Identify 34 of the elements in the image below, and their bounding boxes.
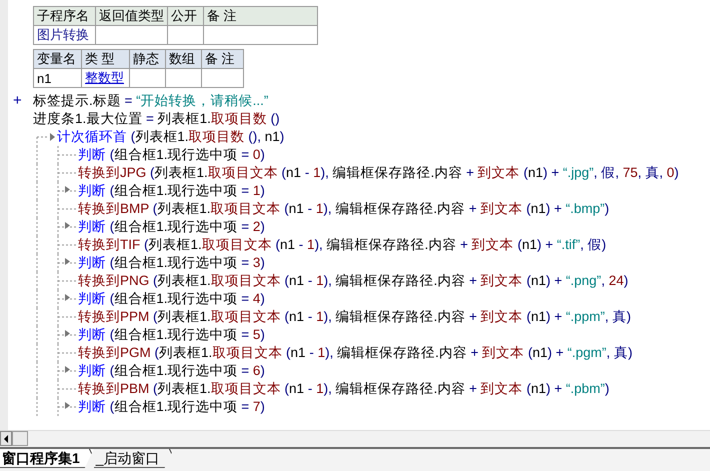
code-line: 判断 (组合框1.现行选中项 = 6) bbox=[78, 362, 265, 380]
column-header: 备 注 bbox=[204, 6, 318, 26]
code-line: 判断 (组合框1.现行选中项 = 7) bbox=[78, 398, 265, 416]
code-line: 转换到JPG (列表框1.取项目文本 (n1 - 1), 编辑框保存路径.内容 + 到文本 (n1) + “.jpg”, 假, 75, 真, 0) bbox=[78, 164, 679, 182]
code-line: 进度条1.最大位置 = 列表框1.取项目数 () bbox=[33, 110, 280, 128]
column-header: 子程序名 bbox=[34, 6, 96, 26]
code-line: 判断 (组合框1.现行选中项 = 0) bbox=[78, 146, 265, 164]
code-line: 计次循环首 (列表框1.取项目数 (), n1) bbox=[57, 128, 284, 146]
plus-marker[interactable]: + bbox=[13, 92, 22, 110]
table-cell: n1 bbox=[34, 68, 82, 88]
column-header: 静态 bbox=[130, 50, 166, 68]
scrollbar-thumb[interactable] bbox=[12, 431, 28, 446]
column-header: 返回值类型 bbox=[96, 6, 168, 26]
column-header: 公开 bbox=[168, 6, 204, 26]
column-header: 数组 bbox=[166, 50, 202, 68]
column-header: 类 型 bbox=[82, 50, 130, 68]
code-line: 判断 (组合框1.现行选中项 = 3) bbox=[78, 254, 265, 272]
code-line: 判断 (组合框1.现行选中项 = 2) bbox=[78, 218, 265, 236]
column-header: 变量名 bbox=[34, 50, 82, 68]
code-line: 转换到PPM (列表框1.取项目文本 (n1 - 1), 编辑框保存路径.内容 + 到文本 (n1) + “.ppm”, 真) bbox=[78, 308, 631, 326]
code-line: 转换到BMP (列表框1.取项目文本 (n1 - 1), 编辑框保存路径.内容 + 到文本 (n1) + “.bmp”) bbox=[78, 200, 610, 218]
code-line: 转换到PGM (列表框1.取项目文本 (n1 - 1), 编辑框保存路径.内容 + 到文本 (n1) + “.pgm”, 真) bbox=[78, 344, 632, 362]
table-cell[interactable]: 整数型 bbox=[82, 68, 130, 88]
column-header: 备 注 bbox=[202, 50, 244, 68]
code-line: 判断 (组合框1.现行选中项 = 5) bbox=[78, 326, 265, 344]
code-line: 判断 (组合框1.现行选中项 = 1) bbox=[78, 182, 265, 200]
code-line: 判断 (组合框1.现行选中项 = 4) bbox=[78, 290, 265, 308]
code-line: 转换到PBM (列表框1.取项目文本 (n1 - 1), 编辑框保存路径.内容 + 到文本 (n1) + “.pbm”) bbox=[78, 380, 610, 398]
table-cell: 图片转换 bbox=[34, 26, 96, 44]
left-arrow-icon bbox=[3, 434, 9, 442]
code-line: 转换到TIF (列表框1.取项目文本 (n1 - 1), 编辑框保存路径.内容 + 到文本 (n1) + “.tif”, 假) bbox=[78, 236, 606, 254]
code-line: 转换到PNG (列表框1.取项目文本 (n1 - 1), 编辑框保存路径.内容 + 到文本 (n1) + “.png”, 24) bbox=[78, 272, 628, 290]
scroll-left-button[interactable] bbox=[0, 431, 12, 446]
code-line: 标签提示.标题 = “开始转换，请稍候...” bbox=[33, 92, 268, 110]
